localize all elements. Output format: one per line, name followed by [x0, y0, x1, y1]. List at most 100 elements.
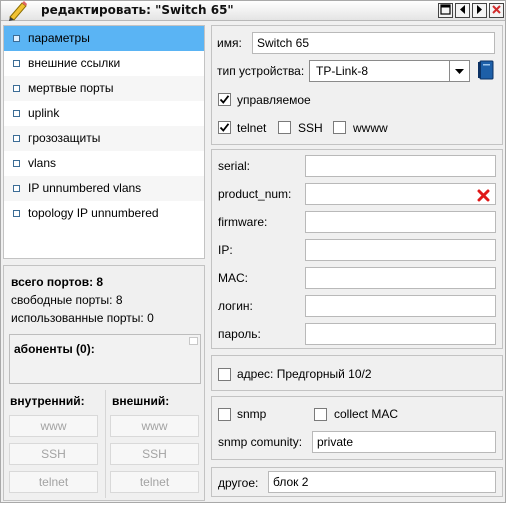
book-icon[interactable] [477, 60, 495, 80]
used-ports: использованные порты: 0 [11, 311, 154, 325]
chevron-down-icon [449, 61, 469, 81]
name-label: имя: [217, 36, 242, 50]
sidebar-nav: параметры внешние ссылки мертвые порты u… [3, 25, 205, 259]
bullet-icon [13, 60, 20, 67]
sidebar-item-label: внешние ссылки [28, 56, 121, 70]
details-panel: serial: product_num: firmware: IP: MAC: … [211, 149, 503, 349]
pencil-icon [4, 1, 30, 21]
firmware-label: firmware: [218, 215, 268, 229]
other-label: другое: [218, 476, 259, 490]
ports-stats-panel: всего портов: 8 свободные порты: 8 испол… [3, 265, 205, 501]
snmp-panel: snmp collect MAC snmp comunity: private [211, 396, 503, 460]
sidebar-item-label: IP unnumbered vlans [28, 181, 142, 195]
login-label: логин: [218, 299, 253, 313]
collect-mac-label: collect MAC [334, 407, 399, 421]
collect-mac-checkbox[interactable] [314, 408, 327, 421]
managed-checkbox[interactable] [218, 93, 231, 106]
external-label: внешний: [112, 394, 170, 408]
www-label: wwww [353, 121, 388, 135]
address-panel: адрес: Предгорный 10/2 [211, 355, 503, 391]
prev-icon [458, 4, 467, 18]
internal-www-button[interactable]: www [9, 415, 98, 437]
next-icon [475, 4, 484, 18]
bullet-icon [13, 160, 20, 167]
telnet-checkbox[interactable] [218, 121, 231, 134]
bullet-icon [13, 110, 20, 117]
next-button[interactable] [472, 3, 487, 18]
device-type-select[interactable]: TP-Link-8 [309, 60, 470, 82]
title-bar: редактировать: "Switch 65" [1, 1, 505, 21]
subscribers-label: абоненты (0): [14, 342, 95, 356]
address-label: адрес: Предгорный 10/2 [237, 367, 372, 381]
other-input[interactable]: блок 2 [268, 471, 496, 493]
sidebar-item-topology-ip-unnumbered[interactable]: topology IP unnumbered [4, 201, 204, 226]
password-label: пароль: [218, 327, 261, 341]
sidebar-item-vlans[interactable]: vlans [4, 151, 204, 176]
sidebar-item-label: topology IP unnumbered [28, 206, 159, 220]
sidebar-item-label: uplink [28, 106, 60, 120]
serial-label: serial: [218, 159, 251, 173]
sidebar-item-uplink[interactable]: uplink [4, 101, 204, 126]
snmp-community-label: snmp comunity: [218, 435, 303, 449]
window-title: редактировать: "Switch 65" [41, 3, 234, 17]
bullet-icon [13, 135, 20, 142]
bullet-icon [13, 185, 20, 192]
maximize-icon [440, 3, 451, 18]
external-telnet-button[interactable]: telnet [110, 471, 199, 493]
snmp-checkbox[interactable] [218, 408, 231, 421]
ip-input[interactable] [305, 239, 496, 261]
external-www-button[interactable]: www [110, 415, 199, 437]
free-ports: свободные порты: 8 [11, 293, 123, 307]
bullet-icon [13, 35, 20, 42]
password-input[interactable] [305, 323, 496, 345]
prev-button[interactable] [455, 3, 470, 18]
sidebar-item-ip-unnumbered-vlans[interactable]: IP unnumbered vlans [4, 176, 204, 201]
checkmark-icon [219, 95, 230, 104]
clear-icon[interactable] [477, 188, 490, 208]
other-panel: другое: блок 2 [211, 467, 503, 497]
serial-input[interactable] [305, 155, 496, 177]
device-panel: имя: Switch 65 тип устройства: TP-Link-8… [211, 25, 503, 145]
login-input[interactable] [305, 295, 496, 317]
sidebar-item-dead-ports[interactable]: мертвые порты [4, 76, 204, 101]
mac-label: MAC: [218, 271, 248, 285]
external-ssh-button[interactable]: SSH [110, 443, 199, 465]
scrollbar[interactable] [189, 337, 198, 345]
name-input[interactable]: Switch 65 [252, 32, 495, 54]
firmware-input[interactable] [305, 211, 496, 233]
telnet-label: telnet [237, 121, 267, 135]
internal-telnet-button[interactable]: telnet [9, 471, 98, 493]
bullet-icon [13, 210, 20, 217]
device-type-value: TP-Link-8 [316, 64, 369, 78]
close-icon [491, 4, 502, 18]
snmp-community-input[interactable]: private [312, 431, 496, 453]
divider [105, 390, 106, 498]
edit-window: редактировать: "Switch 65" параметры вне… [0, 0, 506, 503]
product-num-label: product_num: [218, 187, 292, 201]
sidebar-item-external-links[interactable]: внешние ссылки [4, 51, 204, 76]
sidebar-item-parameters[interactable]: параметры [4, 26, 204, 51]
www-checkbox[interactable] [333, 121, 346, 134]
device-type-label: тип устройства: [217, 64, 305, 78]
total-ports: всего портов: 8 [11, 275, 104, 289]
checkmark-icon [219, 123, 230, 132]
internal-label: внутренний: [10, 394, 85, 408]
subscribers-list[interactable]: абоненты (0): [9, 334, 201, 384]
sidebar-item-surge-protection[interactable]: грозозащиты [4, 126, 204, 151]
ip-label: IP: [218, 243, 233, 257]
sidebar-item-label: мертвые порты [28, 81, 114, 95]
mac-input[interactable] [305, 267, 496, 289]
sidebar-item-label: vlans [28, 156, 57, 170]
maximize-button[interactable] [438, 3, 453, 18]
bullet-icon [13, 85, 20, 92]
ssh-checkbox[interactable] [278, 121, 291, 134]
internal-ssh-button[interactable]: SSH [9, 443, 98, 465]
snmp-label: snmp [237, 407, 267, 421]
product-num-input[interactable] [305, 183, 496, 205]
sidebar-item-label: параметры [28, 31, 90, 45]
close-button[interactable] [489, 3, 504, 18]
ssh-label: SSH [298, 121, 323, 135]
address-checkbox[interactable] [218, 368, 231, 381]
managed-label: управляемое [237, 93, 311, 107]
sidebar-item-label: грозозащиты [28, 131, 101, 145]
